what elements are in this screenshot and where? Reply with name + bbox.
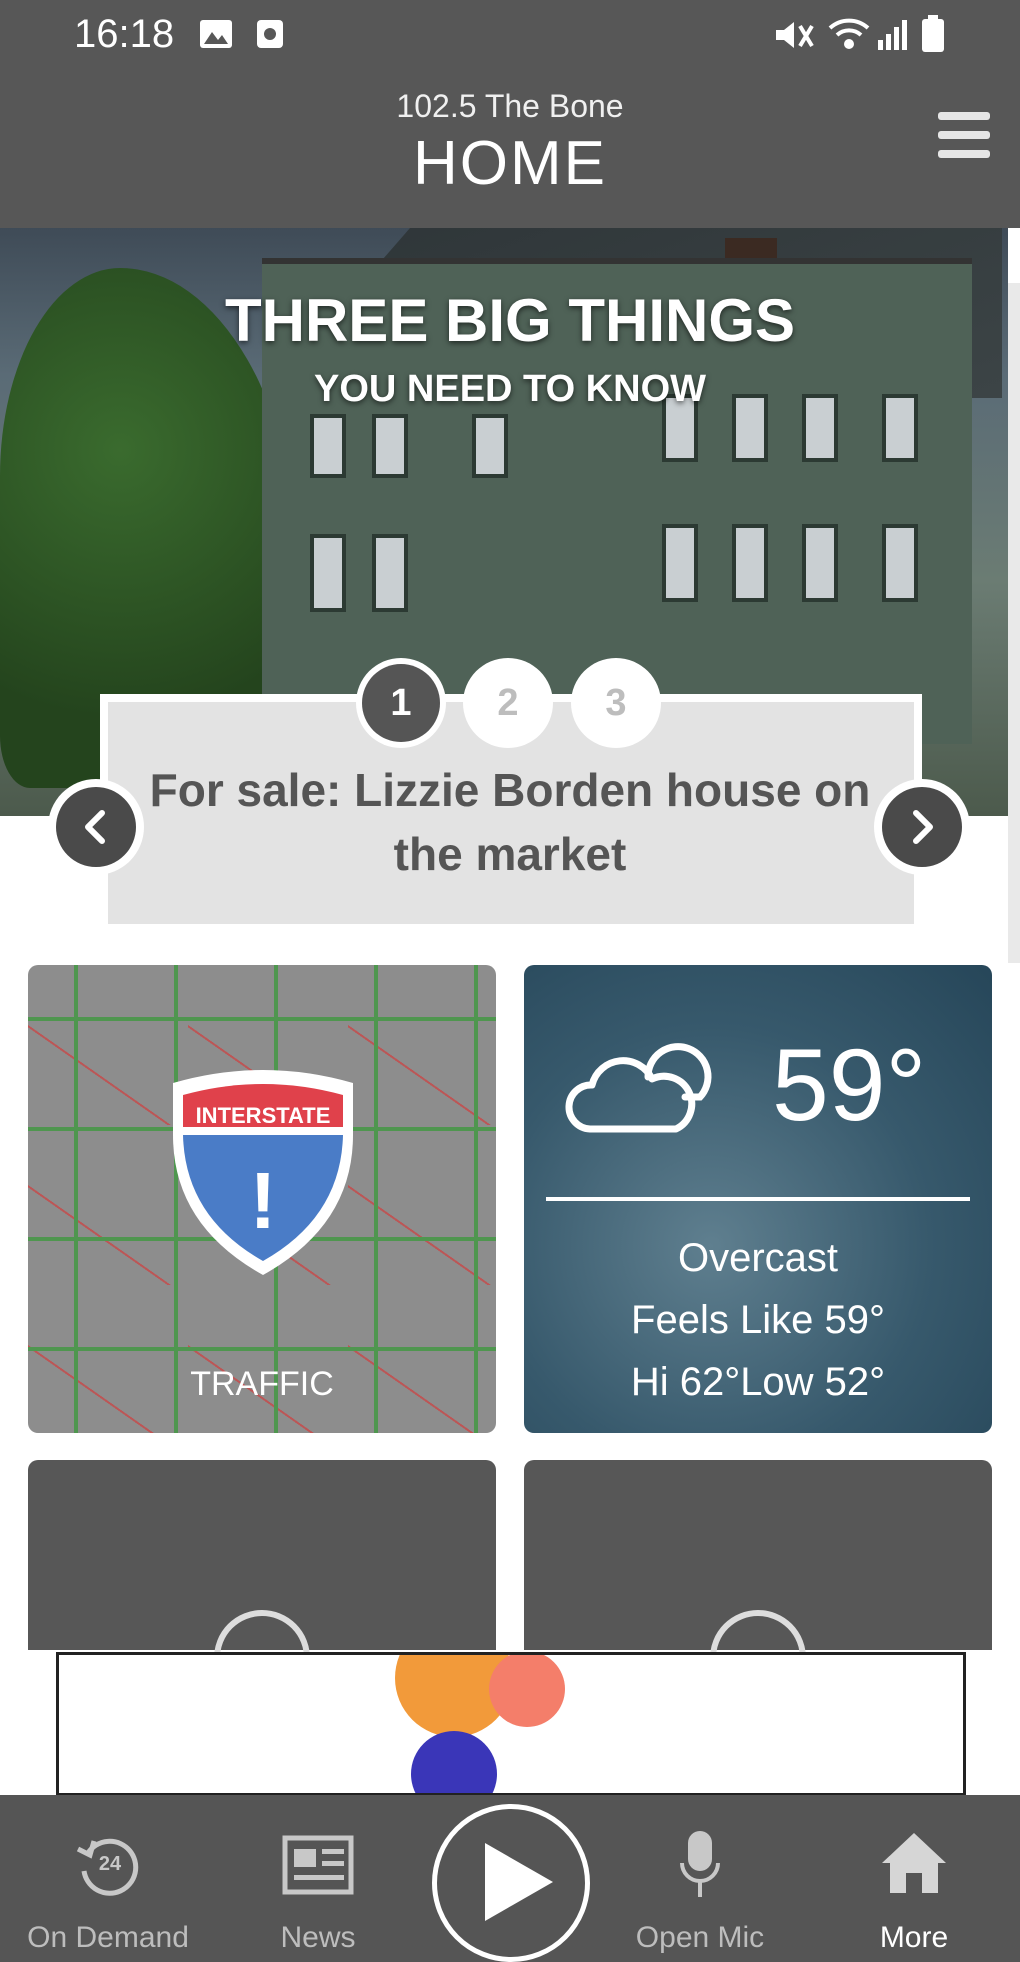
battery-icon (922, 15, 944, 52)
weather-tile[interactable]: 59° Overcast Feels Like 59° Hi 62°Low 52… (524, 965, 992, 1433)
nav-news-label: News (280, 1921, 356, 1954)
house-window (662, 524, 698, 602)
screenshot-icon (257, 20, 283, 48)
signal-icon (878, 20, 907, 50)
status-time: 16:18 (74, 12, 175, 56)
chevron-right-icon (913, 810, 933, 844)
microphone-icon (680, 1831, 720, 1897)
hero-title: THREE BIG THINGS (224, 287, 796, 354)
status-bar: 16:18 (0, 0, 1020, 70)
house-window (802, 524, 838, 602)
cloudy-icon (565, 1043, 712, 1133)
app-header: 102.5 The Bone HOME (0, 70, 1020, 228)
house-window (372, 414, 408, 478)
station-name: 102.5 The Bone (396, 88, 624, 124)
nav-on-demand-label: On Demand (27, 1921, 189, 1954)
house-window (732, 524, 768, 602)
weather-details: Overcast Feels Like 59° Hi 62°Low 52° (524, 1227, 992, 1413)
carousel-next-button[interactable] (882, 787, 962, 867)
home-icon (882, 1833, 946, 1893)
nav-more[interactable]: More (814, 1795, 1014, 1962)
weather-condition: Overcast (677, 1236, 839, 1280)
traffic-tile[interactable]: INTERSTATE ! TRAFFIC (28, 965, 496, 1433)
ad-banner[interactable] (56, 1652, 966, 1796)
play-icon (485, 1843, 553, 1921)
scrollbar[interactable] (1008, 283, 1020, 963)
story-headline[interactable]: For sale: Lizzie Borden house on the mar… (140, 758, 880, 886)
on-demand-badge: 24 (98, 1853, 122, 1875)
house-window (472, 414, 508, 478)
chevron-left-icon (85, 810, 105, 844)
interstate-sign-text: INTERSTATE (195, 1103, 331, 1128)
house-window (372, 534, 408, 612)
bottom-nav: 24 On Demand News Open Mic More (0, 1795, 1020, 1962)
media-tile-right[interactable] (524, 1460, 992, 1706)
house-window (882, 524, 918, 602)
menu-icon-bar (938, 131, 990, 139)
menu-icon-bar (938, 150, 990, 158)
ad-logo-circle (489, 1655, 565, 1727)
feels-like: Feels Like 59° (631, 1298, 885, 1342)
carousel-page-2[interactable]: 2 (469, 664, 547, 742)
ad-logo-circle (411, 1731, 497, 1793)
house-window (310, 414, 346, 478)
page-title: HOME (413, 129, 607, 198)
menu-icon-bar (938, 112, 990, 120)
nav-more-label: More (879, 1921, 949, 1954)
traffic-label: TRAFFIC (190, 1365, 334, 1403)
media-tile-left[interactable] (28, 1460, 496, 1706)
temperature: 59° (772, 1028, 927, 1142)
newspaper-icon (282, 1835, 354, 1895)
nav-open-mic-label: Open Mic (635, 1921, 765, 1954)
carousel-page-1[interactable]: 1 (362, 664, 440, 742)
carousel-prev-button[interactable] (56, 787, 136, 867)
menu-button[interactable] (938, 112, 990, 160)
carousel-page-3[interactable]: 3 (577, 664, 655, 742)
play-button[interactable] (432, 1804, 590, 1962)
hero-subtitle: YOU NEED TO KNOW (314, 368, 706, 410)
hi-low: Hi 62°Low 52° (630, 1360, 886, 1404)
nav-on-demand[interactable]: 24 On Demand (8, 1795, 208, 1962)
wifi-icon (828, 18, 870, 49)
gallery-icon (200, 20, 232, 48)
nav-news[interactable]: News (218, 1795, 418, 1962)
interstate-sign-symbol: ! (249, 1156, 277, 1245)
weather-divider (546, 1197, 970, 1201)
nav-open-mic[interactable]: Open Mic (600, 1795, 800, 1962)
mute-icon (776, 22, 814, 48)
house-window (310, 534, 346, 612)
